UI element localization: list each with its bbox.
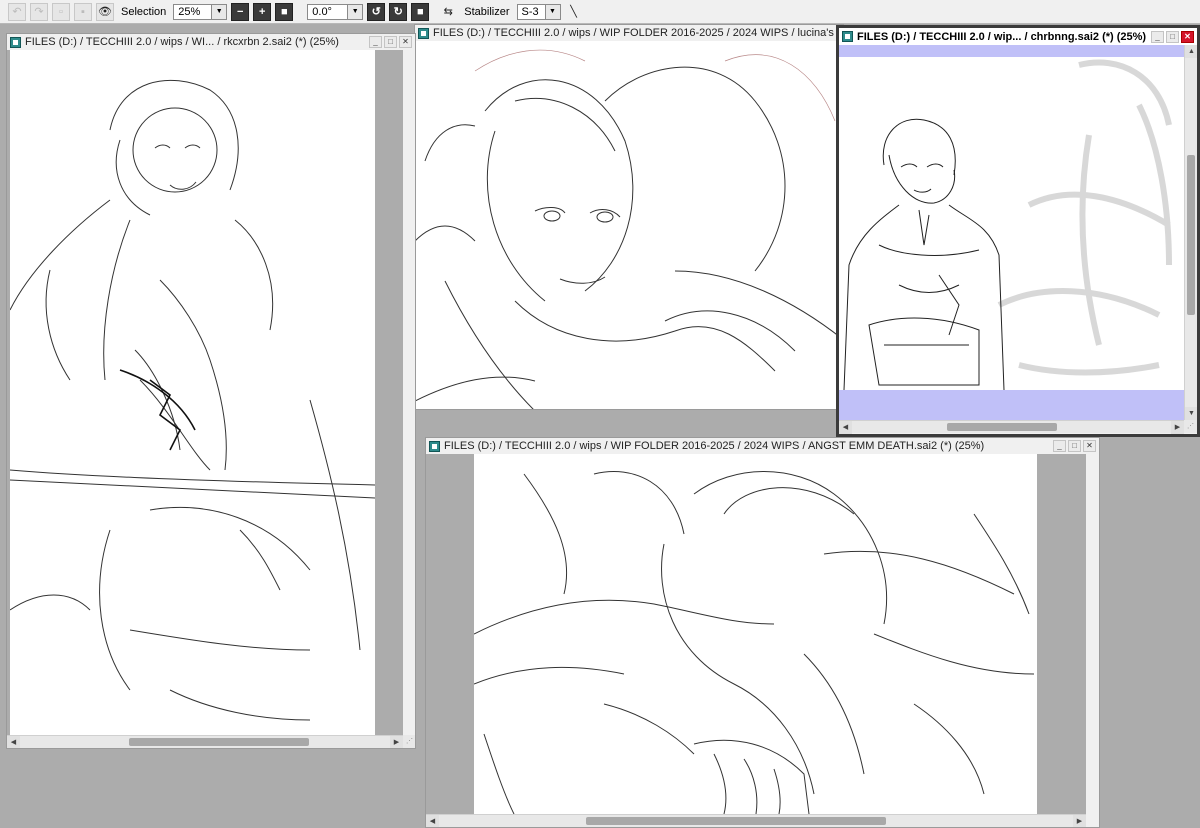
stabilizer-label: Stabilizer [464,5,510,18]
chevron-down-icon: ▼ [544,4,560,19]
canvas-viewport[interactable] [839,45,1184,420]
zoom-out-button[interactable]: − [231,2,250,21]
zoom-in-button[interactable]: + [253,2,272,21]
sketch-drawing [415,49,843,409]
redo-button[interactable]: ↷ [30,2,48,21]
horizontal-scrollbar[interactable]: ◀ ▶ [7,735,403,748]
horizontal-scrollbar[interactable]: ◀ ▶ [426,814,1086,827]
window-titlebar[interactable]: FILES (D:) / TECCHIII 2.0 / wips / WI...… [7,34,415,50]
stabilizer-select[interactable]: S-3 ▼ [516,3,561,20]
deselect-button[interactable]: ▫ [52,2,70,21]
minimize-button[interactable]: _ [1053,440,1066,452]
window-titlebar[interactable]: FILES (D:) / TECCHIII 2.0 / wips / WIP F… [426,438,1099,454]
sketch-drawing [843,59,1172,391]
window-title: FILES (D:) / TECCHIII 2.0 / wips / WIP F… [433,27,843,39]
close-button[interactable]: ✕ [1083,440,1096,452]
scrollbar-thumb[interactable] [1187,155,1195,315]
resize-grip-icon[interactable]: ⋰ [1184,420,1197,433]
flip-icon: ⇆ [443,6,453,18]
scrollbar-thumb[interactable] [129,738,309,746]
eye-icon: 👁 [98,6,112,18]
document-icon [842,31,853,42]
scrollbar-thumb[interactable] [947,423,1057,431]
pen-icon: ╲ [570,6,577,18]
stabilizer-value: S-3 [521,5,539,18]
resize-grip-icon[interactable]: ⋰ [403,735,415,748]
close-button[interactable]: ✕ [399,36,412,48]
window-title: FILES (D:) / TECCHIII 2.0 / wips / WIP F… [444,440,985,452]
window-title: FILES (D:) / TECCHIII 2.0 / wip... / chr… [857,30,1147,43]
canvas-paper[interactable] [415,41,843,409]
invert-selection-button[interactable]: ▪ [74,2,92,21]
selection-visibility-toggle[interactable]: 👁 [96,2,114,21]
rotation-value: 0.0° [312,5,332,18]
canvas-paper[interactable] [474,454,1037,814]
scroll-right-icon[interactable]: ▶ [390,736,403,748]
scroll-down-icon[interactable]: ▼ [1185,407,1197,420]
chevron-down-icon: ▼ [211,4,227,19]
document-window-angst[interactable]: FILES (D:) / TECCHIII 2.0 / wips / WIP F… [425,437,1100,828]
maximize-button[interactable]: □ [1166,30,1179,43]
scroll-left-icon[interactable]: ◀ [426,815,439,827]
scroll-right-icon[interactable]: ▶ [1073,815,1086,827]
scrollbar-thumb[interactable] [586,817,886,825]
rotate-right-button[interactable]: ↻ [389,2,408,21]
zoom-select[interactable]: 25% ▼ [173,3,228,20]
toolbar: ↶ ↷ ▫ ▪ 👁 Selection 25% ▼ − + ■ 0.0° ▼ ↺… [0,0,1200,24]
minimize-button[interactable]: _ [1151,30,1164,43]
window-title: FILES (D:) / TECCHIII 2.0 / wips / WI...… [25,36,339,48]
scroll-left-icon[interactable]: ◀ [839,421,852,434]
canvas-viewport[interactable]: ▲ ▼ [7,50,403,735]
close-button[interactable]: ✕ [1181,30,1194,43]
document-window-chrbnng[interactable]: FILES (D:) / TECCHIII 2.0 / wip... / chr… [836,25,1200,437]
minimize-button[interactable]: _ [369,36,382,48]
canvas-paper[interactable] [839,45,1184,420]
maximize-button[interactable]: □ [384,36,397,48]
window-titlebar[interactable]: FILES (D:) / TECCHIII 2.0 / wips / WIP F… [415,25,843,41]
rotate-left-button[interactable]: ↺ [367,2,386,21]
canvas-viewport[interactable]: ▲ ▼ [426,454,1086,814]
scroll-up-icon[interactable]: ▲ [1185,45,1197,58]
flip-button[interactable]: ⇆ [439,3,457,21]
rotate-reset-button[interactable]: ■ [411,2,430,21]
maximize-button[interactable]: □ [1068,440,1081,452]
window-titlebar[interactable]: FILES (D:) / TECCHIII 2.0 / wip... / chr… [839,28,1197,45]
document-window-lucina[interactable]: FILES (D:) / TECCHIII 2.0 / wips / WIP F… [414,24,844,410]
pen-pressure-button[interactable]: ╲ [565,3,583,21]
zoom-value: 25% [178,5,201,18]
document-icon [10,36,21,48]
rotation-select[interactable]: 0.0° ▼ [307,3,364,20]
zoom-reset-button[interactable]: ■ [275,2,294,21]
horizontal-scrollbar[interactable]: ◀ ▶ [839,420,1184,434]
vertical-scrollbar[interactable]: ▲ ▼ [1184,45,1197,420]
undo-button[interactable]: ↶ [8,2,26,21]
chevron-down-icon: ▼ [347,4,363,19]
sketch-drawing [474,471,1035,814]
canvas-paper[interactable] [10,50,375,735]
scroll-left-icon[interactable]: ◀ [7,736,20,748]
document-window-rkcxrbn[interactable]: FILES (D:) / TECCHIII 2.0 / wips / WI...… [6,33,416,749]
canvas-viewport[interactable] [415,41,843,409]
document-icon [429,440,440,452]
document-icon [418,27,429,39]
sketch-drawing [10,79,375,721]
selection-label: Selection [121,5,167,18]
scroll-right-icon[interactable]: ▶ [1171,421,1184,434]
